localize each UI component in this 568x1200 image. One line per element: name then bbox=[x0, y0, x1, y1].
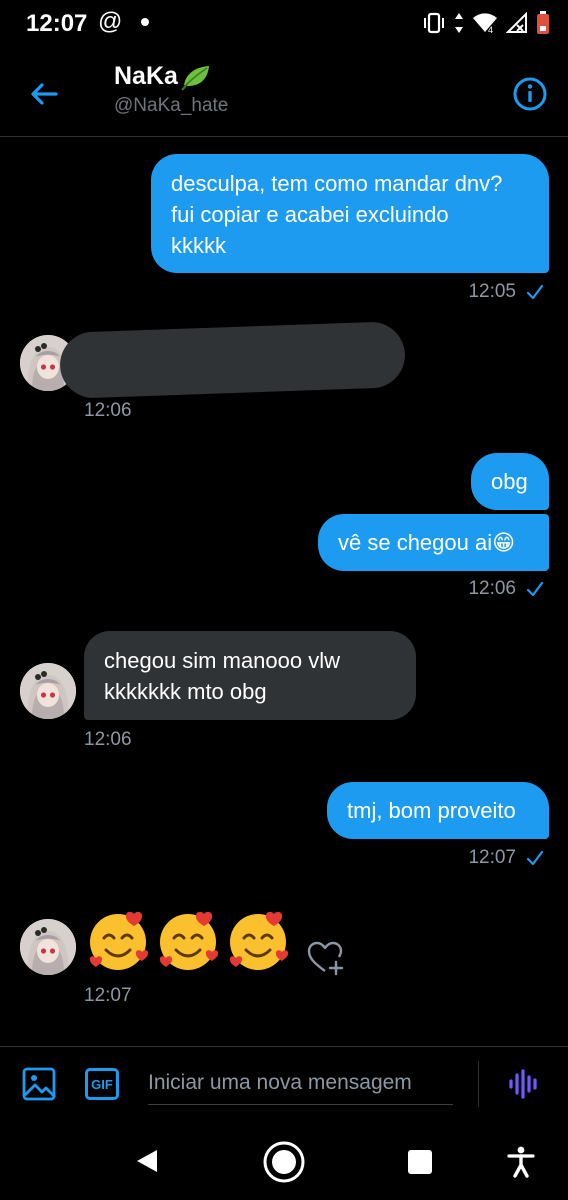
notification-dot-icon bbox=[141, 18, 149, 26]
info-icon bbox=[513, 77, 547, 111]
conversation-header: NaKa @NaKa_hate bbox=[0, 50, 568, 137]
signal-icon bbox=[506, 12, 527, 33]
message-line: fui copiar e acabei excluindo bbox=[171, 202, 449, 227]
smiling-face-with-hearts-icon bbox=[89, 911, 149, 970]
sent-message-bubble[interactable]: tmj, bom proveito bbox=[327, 782, 549, 839]
message-time: 12:06 bbox=[84, 400, 132, 421]
avatar[interactable] bbox=[20, 663, 76, 719]
message-line: kkkkk bbox=[171, 233, 226, 258]
smiling-face-with-hearts-icon bbox=[229, 911, 289, 970]
svg-text:4: 4 bbox=[488, 25, 493, 34]
profile-handle: @NaKa_hate bbox=[114, 95, 229, 116]
message-timestamp: 12:06 bbox=[468, 578, 544, 600]
profile-display-name: NaKa bbox=[114, 62, 178, 90]
message-text: obg bbox=[491, 469, 528, 494]
message-time: 12:07 bbox=[84, 985, 132, 1006]
status-bar: 12:07 @ 4 bbox=[0, 0, 568, 50]
redacted-message-bubble[interactable] bbox=[58, 320, 407, 400]
accessibility-icon[interactable] bbox=[506, 1146, 536, 1178]
smiling-face-with-hearts-icon bbox=[159, 911, 219, 970]
anime-girl-avatar-icon bbox=[20, 919, 76, 975]
vibrate-icon bbox=[424, 12, 444, 34]
back-button[interactable] bbox=[26, 78, 62, 110]
message-time: 12:06 bbox=[84, 729, 132, 750]
info-button[interactable] bbox=[512, 76, 548, 112]
message-input[interactable] bbox=[148, 1061, 453, 1105]
message-time: 12:05 bbox=[468, 281, 516, 302]
sent-message-bubble[interactable]: vê se chegou ai😁 bbox=[318, 514, 549, 571]
gif-button[interactable]: GIF bbox=[85, 1068, 119, 1100]
message-composer: GIF bbox=[0, 1046, 568, 1122]
composer-divider bbox=[478, 1061, 479, 1107]
status-icons: 4 bbox=[422, 10, 550, 36]
checkmark-icon bbox=[526, 284, 544, 300]
checkmark-icon bbox=[526, 850, 544, 866]
sent-message-bubble[interactable]: obg bbox=[471, 453, 549, 510]
notification-at-icon: @ bbox=[98, 8, 123, 35]
message-line: kkkkkkk mto obg bbox=[104, 679, 267, 704]
add-reaction-heart-icon[interactable] bbox=[306, 940, 346, 976]
message-text: vê se chegou ai😁 bbox=[338, 530, 516, 555]
message-timestamp: 12:06 bbox=[84, 729, 132, 751]
nav-home-icon[interactable] bbox=[262, 1140, 306, 1184]
message-timestamp: 12:06 bbox=[84, 400, 132, 422]
profile-name-block[interactable]: NaKa @NaKa_hate bbox=[114, 62, 228, 117]
nav-recents-icon[interactable] bbox=[408, 1150, 432, 1174]
nav-back-icon[interactable] bbox=[134, 1148, 160, 1174]
wifi-icon: 4 bbox=[473, 13, 497, 34]
message-timestamp: 12:07 bbox=[84, 985, 132, 1007]
message-line: desculpa, tem como mandar dnv? bbox=[171, 171, 503, 196]
sent-message-bubble[interactable]: desculpa, tem como mandar dnv? fui copia… bbox=[151, 154, 549, 273]
anime-girl-avatar-icon bbox=[20, 663, 76, 719]
message-timestamp: 12:05 bbox=[468, 281, 544, 303]
image-icon[interactable] bbox=[22, 1067, 56, 1101]
emoji-message[interactable]: 🥰🥰🥰 bbox=[86, 906, 296, 976]
message-line: chegou sim manooo vlw bbox=[104, 648, 341, 673]
system-navigation-bar bbox=[0, 1122, 568, 1200]
message-text: tmj, bom proveito bbox=[347, 798, 516, 823]
message-time: 12:07 bbox=[468, 847, 516, 868]
voice-message-icon[interactable] bbox=[508, 1069, 540, 1099]
avatar[interactable] bbox=[20, 919, 76, 975]
arrow-left-icon bbox=[31, 83, 58, 105]
received-message-bubble[interactable]: chegou sim manooo vlw kkkkkkk mto obg bbox=[84, 631, 416, 720]
message-timestamp: 12:07 bbox=[468, 847, 544, 869]
checkmark-icon bbox=[526, 581, 544, 597]
data-arrows-icon bbox=[455, 13, 463, 33]
message-time: 12:06 bbox=[468, 578, 516, 599]
leaf-icon bbox=[181, 65, 209, 91]
battery-icon bbox=[537, 11, 549, 34]
status-time: 12:07 bbox=[26, 10, 88, 37]
